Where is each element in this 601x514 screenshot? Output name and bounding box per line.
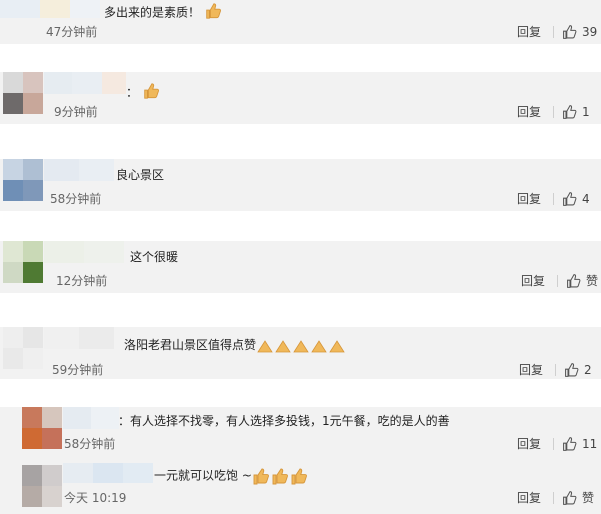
- divider: [553, 26, 554, 38]
- comment-time: 今天 10:19: [64, 491, 127, 505]
- divider: [553, 193, 554, 205]
- divider: [553, 106, 554, 118]
- like-button[interactable]: 赞: [566, 273, 598, 289]
- comment-text: 多出来的是素质！: [104, 2, 222, 24]
- like-count: 2: [584, 363, 592, 377]
- comment-time: 9分钟前: [54, 105, 98, 119]
- reply-button[interactable]: 回复: [517, 25, 541, 39]
- like-button[interactable]: 2: [564, 362, 592, 378]
- divider: [557, 275, 558, 287]
- thumbs-up-outline-icon: [562, 191, 578, 207]
- blurred-username: [0, 0, 100, 18]
- reply-button[interactable]: 回复: [517, 192, 541, 206]
- comment-text: 良心景区: [116, 168, 165, 182]
- comment-time: 59分钟前: [52, 363, 104, 377]
- reply-button[interactable]: 回复: [517, 437, 541, 451]
- divider: [553, 492, 554, 504]
- avatar[interactable]: [3, 241, 43, 283]
- like-button[interactable]: 4: [562, 191, 590, 207]
- comment-card: ：有人选择不找零，有人选择多投钱，1元午餐，吃的是人的善 58分钟前 回复 11: [0, 407, 601, 457]
- blurred-username: [44, 327, 114, 349]
- comment-card: 良心景区 58分钟前 回复 4: [0, 159, 601, 211]
- comment-text: ：: [126, 82, 160, 104]
- comment-time: 47分钟前: [46, 25, 98, 39]
- avatar[interactable]: [3, 72, 43, 114]
- like-count: 4: [582, 192, 590, 206]
- comment-time: 12分钟前: [56, 274, 108, 288]
- like-count: 1: [582, 105, 590, 119]
- comment-text: 这个很暖: [130, 250, 179, 264]
- like-button[interactable]: 39: [562, 24, 597, 40]
- blurred-username: [44, 241, 124, 263]
- comment-text: 洛阳老君山景区值得点赞: [124, 337, 348, 354]
- divider: [555, 364, 556, 376]
- blurred-username: [44, 72, 126, 94]
- like-button[interactable]: 1: [562, 104, 590, 120]
- praying-hands-emoji-icon: [256, 338, 348, 352]
- like-count: 赞: [582, 491, 595, 505]
- thumbs-up-outline-icon: [562, 104, 578, 120]
- comment-card: 洛阳老君山景区值得点赞 59分钟前 回复 2: [0, 327, 601, 379]
- thumbs-up-emoji-icon: [252, 468, 310, 485]
- blurred-username: [63, 407, 119, 429]
- comment-time: 58分钟前: [50, 192, 102, 206]
- like-button[interactable]: 赞: [562, 490, 594, 506]
- comment-card: 一元就可以吃饱 ~ 今天 10:19 回复 赞: [0, 457, 601, 514]
- comment-card: 多出来的是素质！ 47分钟前 回复 39: [0, 0, 601, 44]
- divider: [553, 438, 554, 450]
- like-button[interactable]: 11: [562, 436, 597, 452]
- like-count: 赞: [586, 274, 599, 288]
- avatar[interactable]: [22, 407, 62, 449]
- thumbs-up-outline-icon: [562, 24, 578, 40]
- avatar[interactable]: [22, 465, 62, 507]
- like-count: 11: [582, 437, 598, 451]
- thumbs-up-emoji-icon: [204, 2, 222, 24]
- avatar[interactable]: [3, 159, 43, 201]
- blurred-username: [63, 463, 153, 483]
- comment-text: 一元就可以吃饱 ~: [154, 467, 310, 485]
- thumbs-up-emoji-icon: [142, 82, 160, 104]
- reply-button[interactable]: 回复: [521, 274, 545, 288]
- comment-card: 这个很暖 12分钟前 回复 赞: [0, 241, 601, 293]
- like-count: 39: [582, 25, 598, 39]
- comment-time: 58分钟前: [64, 437, 116, 451]
- comment-text: ：有人选择不找零，有人选择多投钱，1元午餐，吃的是人的善: [118, 414, 450, 428]
- thumbs-up-outline-icon: [566, 273, 582, 289]
- reply-button[interactable]: 回复: [517, 491, 541, 505]
- avatar[interactable]: [3, 327, 43, 369]
- thumbs-up-outline-icon: [564, 362, 580, 378]
- reply-button[interactable]: 回复: [517, 105, 541, 119]
- blurred-username: [44, 159, 114, 181]
- reply-button[interactable]: 回复: [519, 363, 543, 377]
- comment-card: ： 9分钟前 回复 1: [0, 72, 601, 124]
- thumbs-up-outline-icon: [562, 436, 578, 452]
- thumbs-up-outline-icon: [562, 490, 578, 506]
